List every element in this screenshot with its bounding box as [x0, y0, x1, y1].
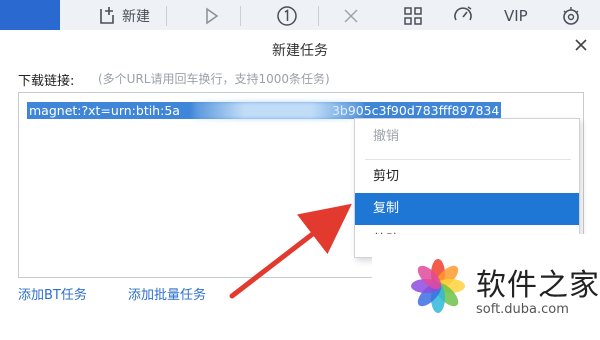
- delete-icon: [344, 9, 358, 23]
- start-button[interactable]: [200, 4, 222, 28]
- speed-button[interactable]: [452, 4, 474, 28]
- close-icon[interactable]: [572, 36, 590, 54]
- settings-button[interactable]: [560, 4, 582, 28]
- menu-item-copy[interactable]: 复制: [355, 193, 579, 225]
- add-bt-task-link[interactable]: 添加BT任务: [18, 284, 87, 303]
- url-prefix: magnet:?xt=urn:btih:5a: [29, 103, 180, 118]
- menu-item-cut[interactable]: 剪切: [355, 161, 579, 193]
- app-toolbar: 新建 VIP: [0, 0, 600, 32]
- priority-button[interactable]: [276, 4, 298, 28]
- delete-button[interactable]: [340, 4, 362, 28]
- dialog-title: 新建任务: [272, 43, 328, 59]
- watermark-site-name: 软件之家: [476, 268, 600, 303]
- redacted-url-part: [193, 101, 363, 120]
- speed-icon: [454, 6, 472, 21]
- add-batch-task-link[interactable]: 添加批量任务: [128, 284, 206, 303]
- grid-icon: [404, 7, 422, 25]
- play-icon: [206, 7, 219, 25]
- vip-icon: VIP: [504, 7, 528, 25]
- settings-icon: [563, 7, 579, 25]
- number-one-icon: [277, 6, 297, 26]
- watermark-site-url: soft.duba.com: [476, 302, 569, 317]
- site-watermark: 软件之家 soft.duba.com: [372, 234, 600, 340]
- download-link-label: 下载链接:: [18, 74, 75, 89]
- app-sidebar-strip: [0, 0, 60, 32]
- download-link-hint: (多个URL请用回车换行，支持1000条任务): [98, 72, 330, 86]
- menu-item-undo[interactable]: 撤销: [355, 121, 579, 153]
- vip-button[interactable]: VIP: [504, 4, 528, 28]
- new-task-button[interactable]: 新建: [96, 4, 150, 28]
- view-button[interactable]: [402, 4, 424, 28]
- flower-logo-icon: [411, 259, 465, 313]
- new-task-label: 新建: [122, 9, 150, 25]
- new-task-icon: [100, 7, 114, 24]
